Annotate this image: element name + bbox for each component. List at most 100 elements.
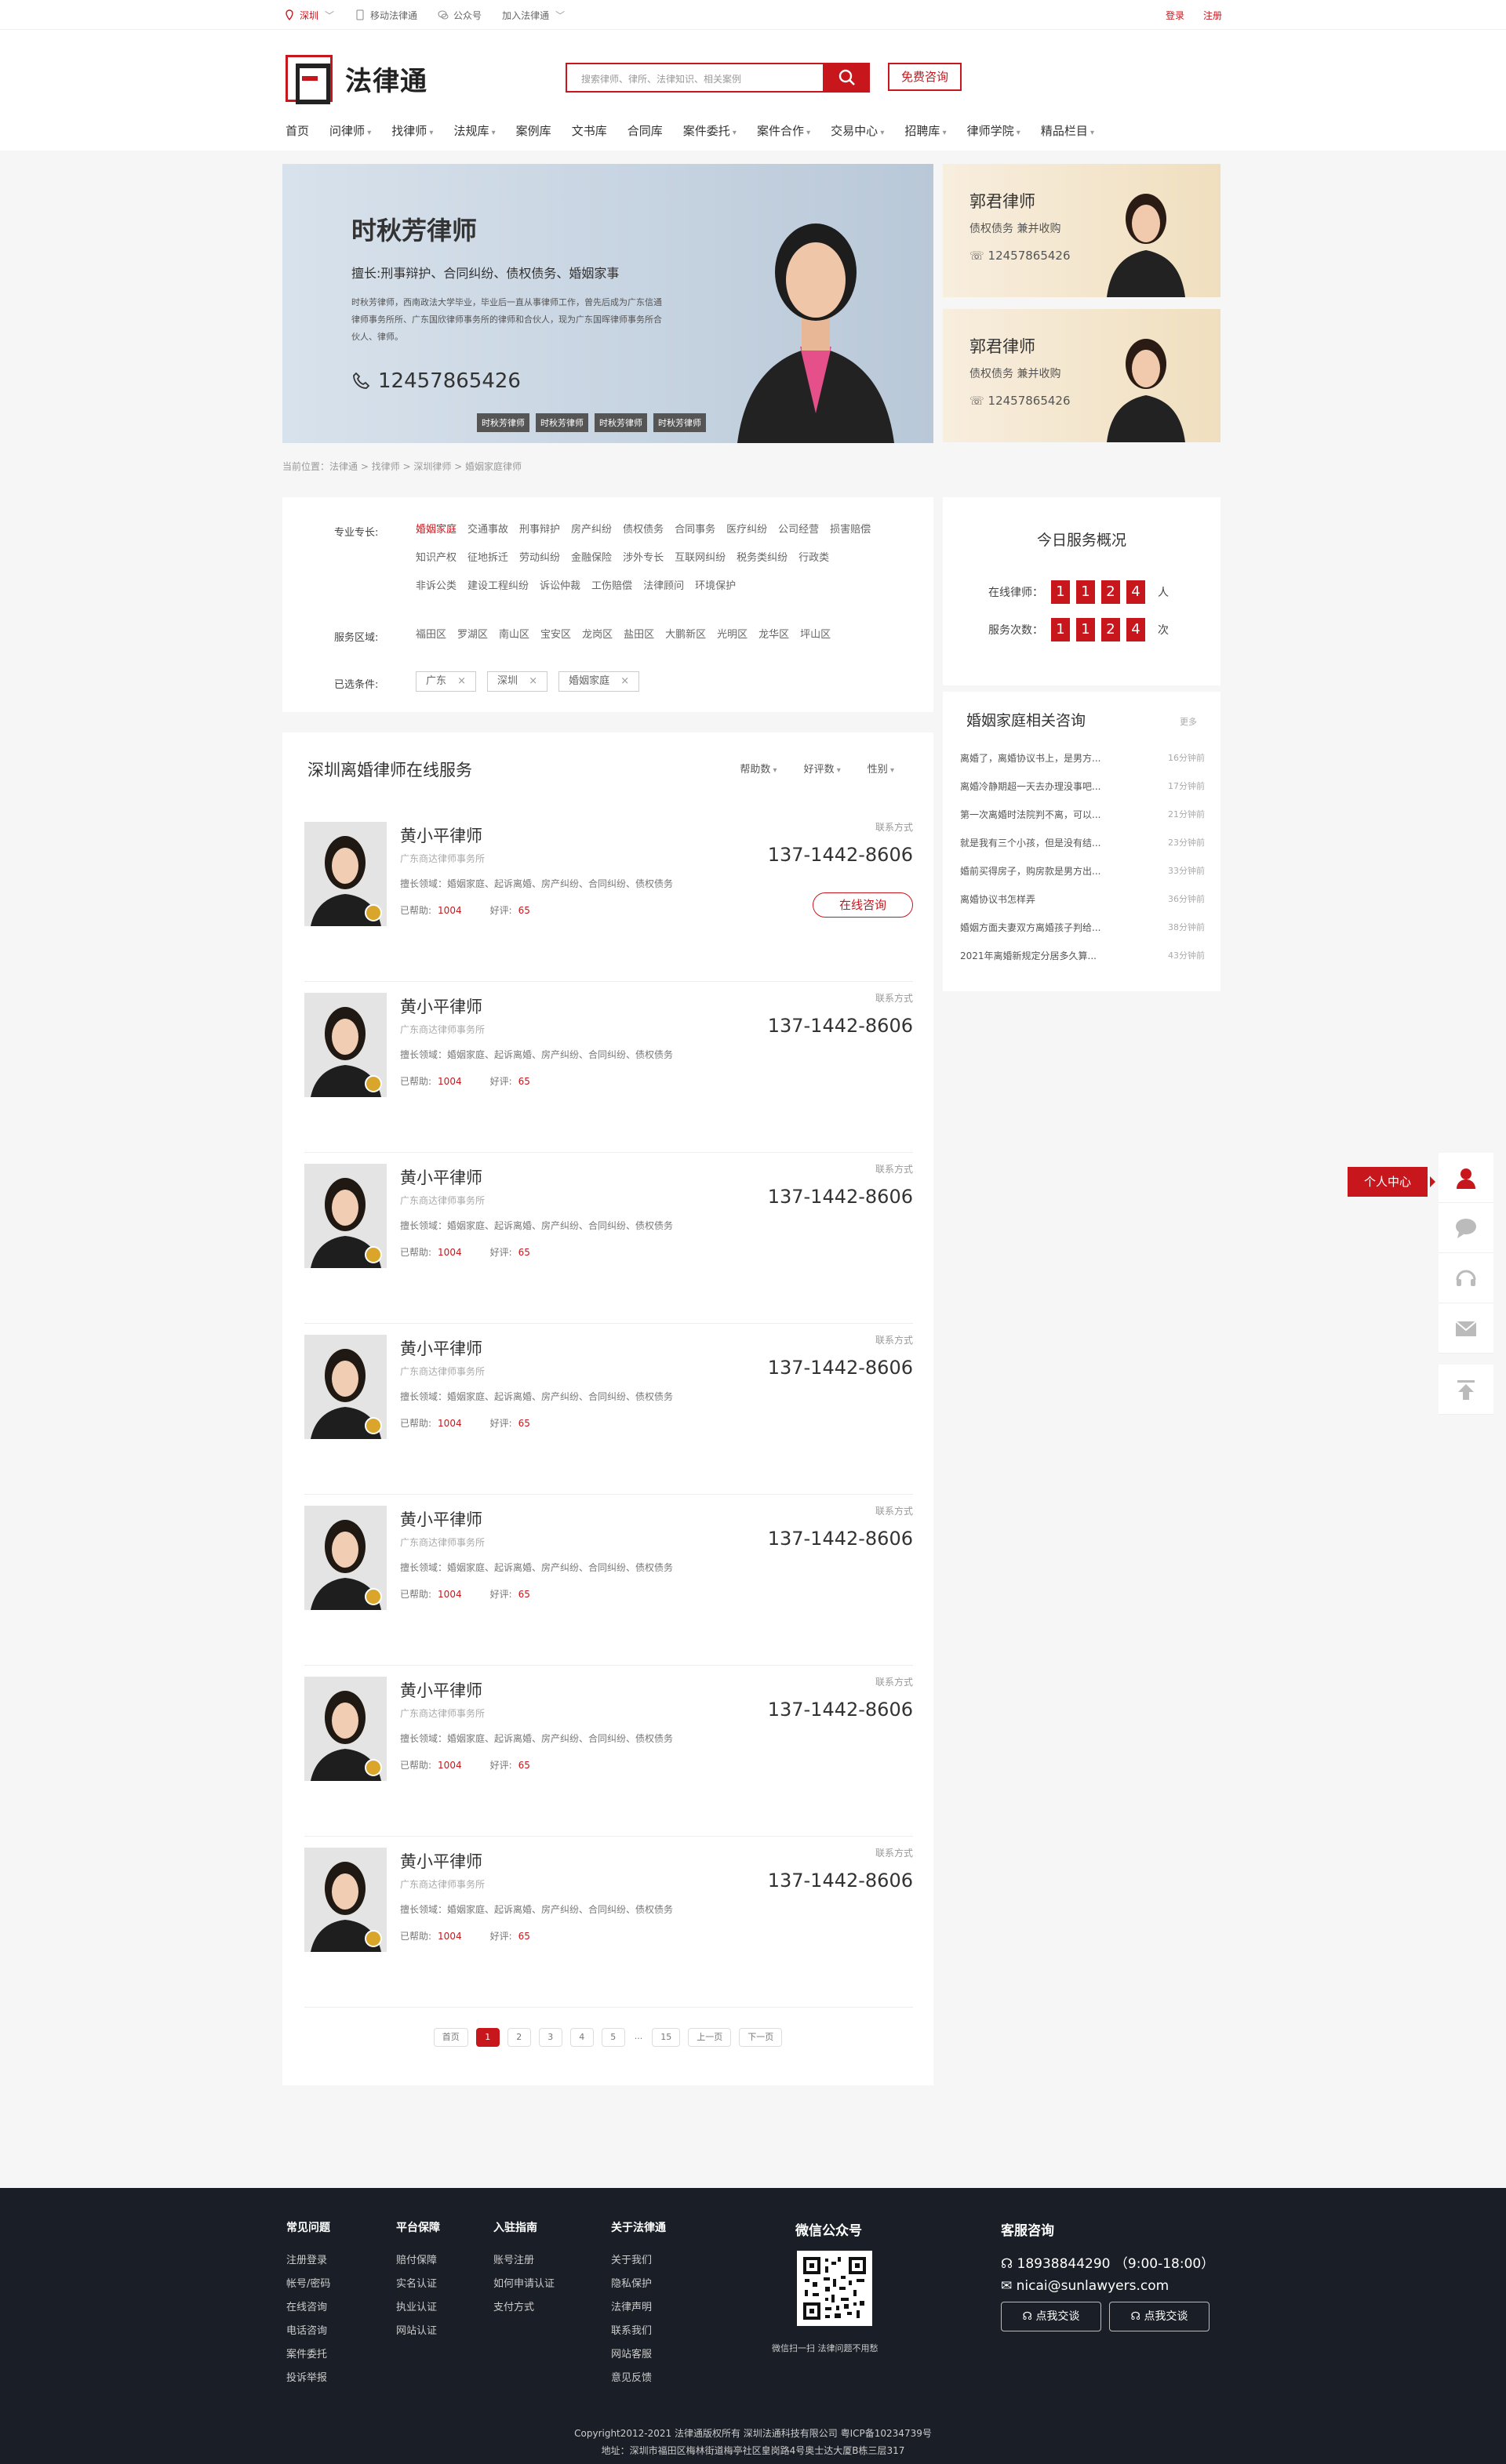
spec-option[interactable]: 损害赔偿 bbox=[830, 524, 871, 536]
nav-item[interactable]: 文书库 bbox=[572, 122, 607, 139]
spec-option[interactable]: 婚姻家庭 bbox=[416, 524, 457, 536]
spec-option[interactable]: 合同事务 bbox=[675, 524, 715, 536]
mobile-link[interactable]: 移动法律通 bbox=[355, 9, 417, 22]
banner-tag[interactable]: 时秋芳律师 bbox=[653, 413, 706, 432]
spec-option[interactable]: 医疗纠纷 bbox=[726, 524, 767, 536]
spec-option[interactable]: 非诉公类 bbox=[416, 580, 457, 592]
lawyer-avatar[interactable] bbox=[304, 1164, 387, 1268]
footer-link[interactable]: 支付方式 bbox=[493, 2296, 555, 2320]
customer-service-button[interactable] bbox=[1439, 1253, 1493, 1303]
spec-option[interactable]: 公司经营 bbox=[778, 524, 819, 536]
search-input[interactable]: 搜索律师、律所、法律知识、相关案例 bbox=[566, 63, 824, 93]
lawyer-avatar[interactable] bbox=[304, 1506, 387, 1610]
sort-gender[interactable]: 性别 bbox=[868, 761, 894, 776]
footer-link[interactable]: 案件委托 bbox=[286, 2343, 330, 2367]
search-button[interactable] bbox=[824, 63, 870, 93]
chat-now-button[interactable]: ☊ 点我交谈 bbox=[1001, 2302, 1101, 2331]
related-item[interactable]: 离婚了，离婚协议书上，是男方... 16分钟前 bbox=[960, 751, 1205, 780]
spec-option[interactable]: 征地拆迁 bbox=[467, 552, 508, 564]
area-option[interactable]: 坪山区 bbox=[800, 629, 831, 641]
nav-item[interactable]: 招聘库 bbox=[904, 122, 946, 139]
footer-link[interactable]: 账号注册 bbox=[493, 2249, 555, 2273]
page-number[interactable]: 4 bbox=[569, 2028, 594, 2047]
spec-option[interactable]: 工伤赔偿 bbox=[591, 580, 632, 592]
spec-option[interactable]: 交通事故 bbox=[467, 524, 508, 536]
footer-link[interactable]: 隐私保护 bbox=[611, 2273, 666, 2296]
area-option[interactable]: 大鹏新区 bbox=[665, 629, 706, 641]
lawyer-avatar[interactable] bbox=[304, 1677, 387, 1781]
lawyer-card[interactable]: 黄小平律师 广东商达律师事务所 擅长领域：婚姻家庭、起诉离婚、房产纠纷、合同纠纷、债… bbox=[304, 811, 913, 982]
spec-option[interactable]: 劳动纠纷 bbox=[519, 552, 560, 564]
area-option[interactable]: 罗湖区 bbox=[457, 629, 488, 641]
page-number[interactable]: 15 bbox=[652, 2028, 681, 2047]
spec-option[interactable]: 知识产权 bbox=[416, 552, 457, 564]
related-item[interactable]: 离婚协议书怎样弄 36分钟前 bbox=[960, 892, 1205, 921]
area-option[interactable]: 盐田区 bbox=[624, 629, 654, 641]
footer-link[interactable]: 关于我们 bbox=[611, 2249, 666, 2273]
lawyer-avatar[interactable] bbox=[304, 1335, 387, 1439]
footer-link[interactable]: 网站客服 bbox=[611, 2343, 666, 2367]
footer-link[interactable]: 如何申请认证 bbox=[493, 2273, 555, 2296]
spec-option[interactable]: 刑事辩护 bbox=[519, 524, 560, 536]
user-center-tooltip[interactable]: 个人中心 bbox=[1348, 1167, 1435, 1197]
page-prev[interactable]: 上一页 bbox=[688, 2028, 732, 2047]
footer-link[interactable]: 在线咨询 bbox=[286, 2296, 330, 2320]
spec-option[interactable]: 行政类 bbox=[798, 552, 829, 564]
nav-item[interactable]: 精品栏目 bbox=[1041, 122, 1094, 139]
footer-link[interactable]: 帐号/密码 bbox=[286, 2273, 330, 2296]
free-consult-button[interactable]: 免费咨询 bbox=[888, 63, 962, 91]
nav-item[interactable]: 案例库 bbox=[516, 122, 551, 139]
login-link[interactable]: 登录 bbox=[1166, 9, 1184, 22]
area-option[interactable]: 龙华区 bbox=[758, 629, 789, 641]
lawyer-card[interactable]: 黄小平律师 广东商达律师事务所 擅长领域：婚姻家庭、起诉离婚、房产纠纷、合同纠纷、债… bbox=[304, 982, 913, 1153]
related-item[interactable]: 婚姻方面夫妻双方离婚孩子判给... 38分钟前 bbox=[960, 921, 1205, 949]
lawyer-avatar[interactable] bbox=[304, 993, 387, 1097]
featured-lawyer-banner[interactable]: 时秋芳律师 擅长:刑事辩护、合同纠纷、债权债务、婚姻家事 时秋芳律师，西南政法大… bbox=[282, 164, 933, 443]
page-next[interactable]: 下一页 bbox=[739, 2028, 783, 2047]
footer-link[interactable]: 注册登录 bbox=[286, 2249, 330, 2273]
lawyer-avatar[interactable] bbox=[304, 1848, 387, 1952]
page-number[interactable]: 3 bbox=[538, 2028, 562, 2047]
footer-link[interactable]: 网站认证 bbox=[396, 2320, 440, 2343]
lawyer-card[interactable]: 黄小平律师 广东商达律师事务所 擅长领域：婚姻家庭、起诉离婚、房产纠纷、合同纠纷、债… bbox=[304, 1666, 913, 1837]
lawyer-avatar[interactable] bbox=[304, 822, 387, 926]
register-link[interactable]: 注册 bbox=[1203, 9, 1222, 22]
footer-link[interactable]: 意见反馈 bbox=[611, 2367, 666, 2390]
spec-option[interactable]: 债权债务 bbox=[623, 524, 664, 536]
footer-link[interactable]: 赔付保障 bbox=[396, 2249, 440, 2273]
related-more-link[interactable]: 更多 bbox=[1180, 715, 1197, 728]
related-item[interactable]: 第一次离婚时法院判不离，可以... 21分钟前 bbox=[960, 808, 1205, 836]
selected-chip[interactable]: 广东 bbox=[416, 671, 477, 692]
area-option[interactable]: 光明区 bbox=[717, 629, 748, 641]
page-number[interactable]: 2 bbox=[507, 2028, 531, 2047]
selected-chip[interactable]: 婚姻家庭 bbox=[558, 671, 640, 692]
footer-link[interactable]: 法律声明 bbox=[611, 2296, 666, 2320]
footer-link[interactable]: 联系我们 bbox=[611, 2320, 666, 2343]
spec-option[interactable]: 诉讼仲裁 bbox=[540, 580, 580, 592]
related-item[interactable]: 离婚冷静期超一天去办理没事吧... 17分钟前 bbox=[960, 780, 1205, 808]
spec-option[interactable]: 税务类纠纷 bbox=[737, 552, 788, 564]
nav-item[interactable]: 合同库 bbox=[628, 122, 663, 139]
page-first[interactable]: 首页 bbox=[433, 2028, 468, 2047]
lawyer-card[interactable]: 黄小平律师 广东商达律师事务所 擅长领域：婚姻家庭、起诉离婚、房产纠纷、合同纠纷、债… bbox=[304, 1153, 913, 1324]
nav-item[interactable]: 首页 bbox=[286, 122, 309, 139]
lawyer-card[interactable]: 黄小平律师 广东商达律师事务所 擅长领域：婚姻家庭、起诉离婚、房产纠纷、合同纠纷、债… bbox=[304, 1324, 913, 1495]
area-option[interactable]: 宝安区 bbox=[540, 629, 571, 641]
page-number[interactable]: 5 bbox=[601, 2028, 625, 2047]
spec-option[interactable]: 建设工程纠纷 bbox=[467, 580, 529, 592]
lawyer-card[interactable]: 黄小平律师 广东商达律师事务所 擅长领域：婚姻家庭、起诉离婚、房产纠纷、合同纠纷、债… bbox=[304, 1837, 913, 2008]
footer-link[interactable]: 实名认证 bbox=[396, 2273, 440, 2296]
city-selector[interactable]: 深圳 ﹀ bbox=[284, 9, 334, 22]
spec-option[interactable]: 金融保险 bbox=[571, 552, 612, 564]
spec-option[interactable]: 环境保护 bbox=[695, 580, 736, 592]
nav-item[interactable]: 问律师 bbox=[329, 122, 371, 139]
related-item[interactable]: 就是我有三个小孩，但是没有结... 23分钟前 bbox=[960, 836, 1205, 864]
related-item[interactable]: 婚前买得房子，购房款是男方出... 33分钟前 bbox=[960, 864, 1205, 892]
nav-item[interactable]: 案件合作 bbox=[757, 122, 810, 139]
site-logo[interactable]: 法律通 bbox=[286, 55, 427, 104]
footer-link[interactable]: 执业认证 bbox=[396, 2296, 440, 2320]
nav-item[interactable]: 找律师 bbox=[391, 122, 433, 139]
nav-item[interactable]: 交易中心 bbox=[831, 122, 884, 139]
footer-link[interactable]: 投诉举报 bbox=[286, 2367, 330, 2390]
area-option[interactable]: 龙岗区 bbox=[582, 629, 613, 641]
